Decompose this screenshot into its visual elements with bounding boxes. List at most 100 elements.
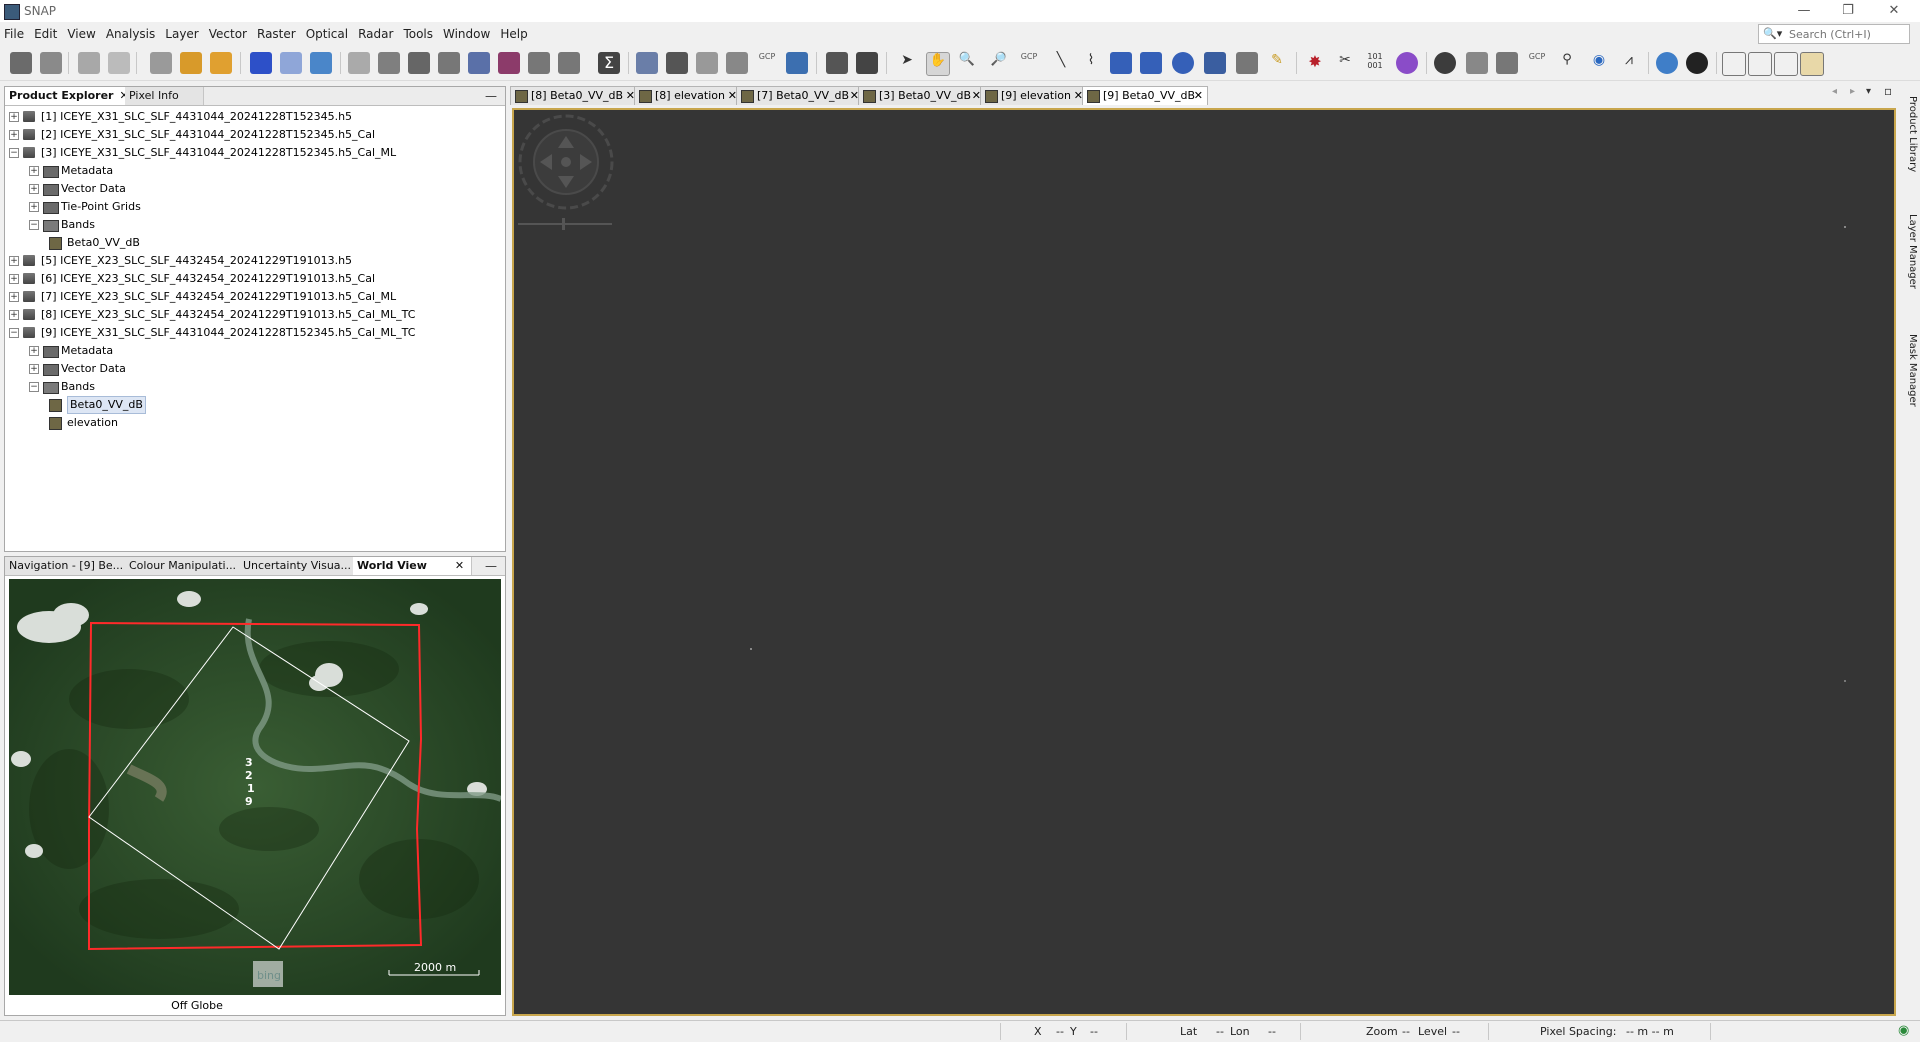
magic-wand-icon[interactable] — [1204, 52, 1226, 74]
menu-window[interactable]: Window — [438, 24, 495, 44]
pan-center-icon[interactable] — [561, 157, 571, 167]
minimize-panel-icon[interactable]: — — [485, 557, 497, 575]
tab-pixel-info[interactable]: Pixel Info — [125, 87, 204, 105]
tab-product-explorer[interactable]: Product Explorer✕ — [5, 87, 126, 105]
import-icon[interactable] — [150, 52, 172, 74]
expand-icon[interactable]: + — [29, 364, 39, 374]
tile-vertical-icon[interactable] — [1722, 52, 1746, 76]
ellipse-drawing-icon[interactable] — [1172, 52, 1194, 74]
collapse-icon[interactable]: − — [29, 220, 39, 230]
polsar-icon[interactable]: ✸ — [1304, 52, 1326, 74]
sphere-icon[interactable] — [1686, 52, 1708, 74]
product-node[interactable]: + [6] ICEYE_X23_SLC_SLF_4432454_20241229T… — [5, 270, 501, 288]
profile-plot-icon[interactable] — [528, 52, 550, 74]
eye-icon[interactable]: ◉ — [1588, 52, 1610, 74]
line-drawing-icon[interactable]: ╲ — [1050, 52, 1072, 74]
band-node[interactable]: Beta0_VV_dB — [5, 234, 501, 252]
batch-processing-icon[interactable] — [856, 52, 878, 74]
graph-builder-icon[interactable] — [826, 52, 848, 74]
collapse-icon[interactable]: − — [9, 148, 19, 158]
tab-navigation[interactable]: Navigation - [9] Be... — [5, 557, 126, 575]
folder-node[interactable]: − Bands — [5, 216, 501, 234]
expand-icon[interactable]: + — [29, 184, 39, 194]
folder-node[interactable]: − Bands — [5, 378, 501, 396]
menu-analysis[interactable]: Analysis — [101, 24, 160, 44]
product-node[interactable]: + [1] ICEYE_X31_SLC_SLF_4431044_20241228T… — [5, 108, 501, 126]
tab-colour-manipulation[interactable]: Colour Manipulati... — [125, 557, 246, 575]
coregistration-icon[interactable] — [1466, 52, 1488, 74]
expand-icon[interactable]: + — [29, 166, 39, 176]
world-view-map[interactable]: 3 2 1 9 2000 m bing — [9, 579, 501, 995]
menu-layer[interactable]: Layer — [160, 24, 203, 44]
spectral-icon[interactable]: ⩘ — [1618, 52, 1640, 74]
spectrum-icon[interactable] — [348, 52, 370, 74]
menu-tools[interactable]: Tools — [398, 24, 438, 44]
layer-icon[interactable] — [666, 52, 688, 74]
open-product-icon[interactable] — [10, 52, 32, 74]
histogram-icon[interactable] — [438, 52, 460, 74]
restore-button[interactable]: ❐ — [1828, 2, 1868, 20]
close-button[interactable]: ✕ — [1874, 2, 1914, 20]
image-tab[interactable]: [9] Beta0_VV_dB ✕ — [1082, 86, 1208, 105]
band-node[interactable]: Beta0_VV_dB — [5, 396, 501, 414]
select-tool-icon[interactable]: ➤ — [896, 52, 918, 74]
tile-single-icon[interactable] — [1800, 52, 1824, 76]
maximize-view-icon[interactable]: ▫ — [1884, 84, 1892, 98]
rectangle-drawing-icon[interactable] — [1110, 52, 1132, 74]
image-tab[interactable]: [7] Beta0_VV_dB ✕ — [736, 86, 864, 105]
expand-icon[interactable]: + — [29, 202, 39, 212]
globe-analysis-icon[interactable] — [468, 52, 490, 74]
band-node[interactable]: elevation — [5, 414, 501, 432]
product-node[interactable]: + [7] ICEYE_X23_SLC_SLF_4432454_20241229T… — [5, 288, 501, 306]
search-product-icon[interactable]: ⚲ — [1556, 52, 1578, 74]
tab-scroll-right-icon[interactable]: ▸ — [1850, 86, 1855, 97]
information-icon[interactable] — [498, 52, 520, 74]
band-maths-icon[interactable] — [210, 52, 232, 74]
eye-globe-icon[interactable] — [786, 52, 808, 74]
gcp-manager-icon[interactable]: GCP — [756, 52, 778, 74]
zoom-tool-icon[interactable] — [310, 52, 332, 74]
rgb-image-icon[interactable] — [250, 52, 272, 74]
grid-icon[interactable] — [696, 52, 718, 74]
folder-node[interactable]: + Vector Data — [5, 360, 501, 378]
tile-horizontal-icon[interactable] — [1748, 52, 1772, 76]
minimize-button[interactable]: — — [1784, 2, 1824, 20]
expand-icon[interactable]: + — [9, 256, 19, 266]
gcp-tool-icon[interactable]: GCP — [1526, 52, 1548, 74]
menu-radar[interactable]: Radar — [353, 24, 398, 44]
scatter-plot-icon[interactable] — [558, 52, 580, 74]
expand-icon[interactable]: + — [9, 292, 19, 302]
world-map-icon[interactable] — [636, 52, 658, 74]
polygon-drawing-icon[interactable] — [1140, 52, 1162, 74]
product-node[interactable]: + [5] ICEYE_X23_SLC_SLF_4432454_20241229T… — [5, 252, 501, 270]
product-node[interactable]: − [3] ICEYE_X31_SLC_SLF_4431044_20241228T… — [5, 144, 501, 162]
menu-view[interactable]: View — [62, 24, 100, 44]
search-input[interactable] — [1787, 26, 1907, 42]
image-view-canvas[interactable] — [512, 108, 1896, 1016]
statistics-sigma-icon[interactable]: Σ — [598, 52, 620, 74]
image-tab[interactable]: [8] Beta0_VV_dB ✕ — [510, 86, 640, 105]
folder-node[interactable]: + Metadata — [5, 342, 501, 360]
folder-node[interactable]: + Vector Data — [5, 180, 501, 198]
tab-list-dropdown-icon[interactable]: ▾ — [1866, 86, 1871, 97]
undo-icon[interactable] — [78, 52, 100, 74]
menu-help[interactable]: Help — [495, 24, 532, 44]
image-tab[interactable]: [3] Beta0_VV_dB ✕ — [858, 86, 986, 105]
tab-uncertainty-visualisation[interactable]: Uncertainty Visua... — [239, 557, 360, 575]
image-tab[interactable]: [9] elevation ✕ — [980, 86, 1088, 105]
expand-icon[interactable]: + — [9, 112, 19, 122]
lambda-icon[interactable] — [408, 52, 430, 74]
interferogram-icon[interactable] — [1396, 52, 1418, 74]
menu-raster[interactable]: Raster — [252, 24, 301, 44]
folder-node[interactable]: + Metadata — [5, 162, 501, 180]
tile-evenly-icon[interactable] — [1774, 52, 1798, 76]
subset-icon[interactable]: ✂ — [1334, 52, 1356, 74]
collapse-icon[interactable]: − — [9, 328, 19, 338]
navigation-control[interactable] — [516, 112, 616, 232]
tab-world-view[interactable]: World View ✕ — [353, 557, 472, 575]
pins-icon[interactable] — [726, 52, 748, 74]
expand-icon[interactable]: + — [9, 274, 19, 284]
menu-edit[interactable]: Edit — [29, 24, 62, 44]
product-node[interactable]: + [2] ICEYE_X31_SLC_SLF_4431044_20241228T… — [5, 126, 501, 144]
search-box[interactable]: 🔍▾ — [1758, 24, 1910, 44]
